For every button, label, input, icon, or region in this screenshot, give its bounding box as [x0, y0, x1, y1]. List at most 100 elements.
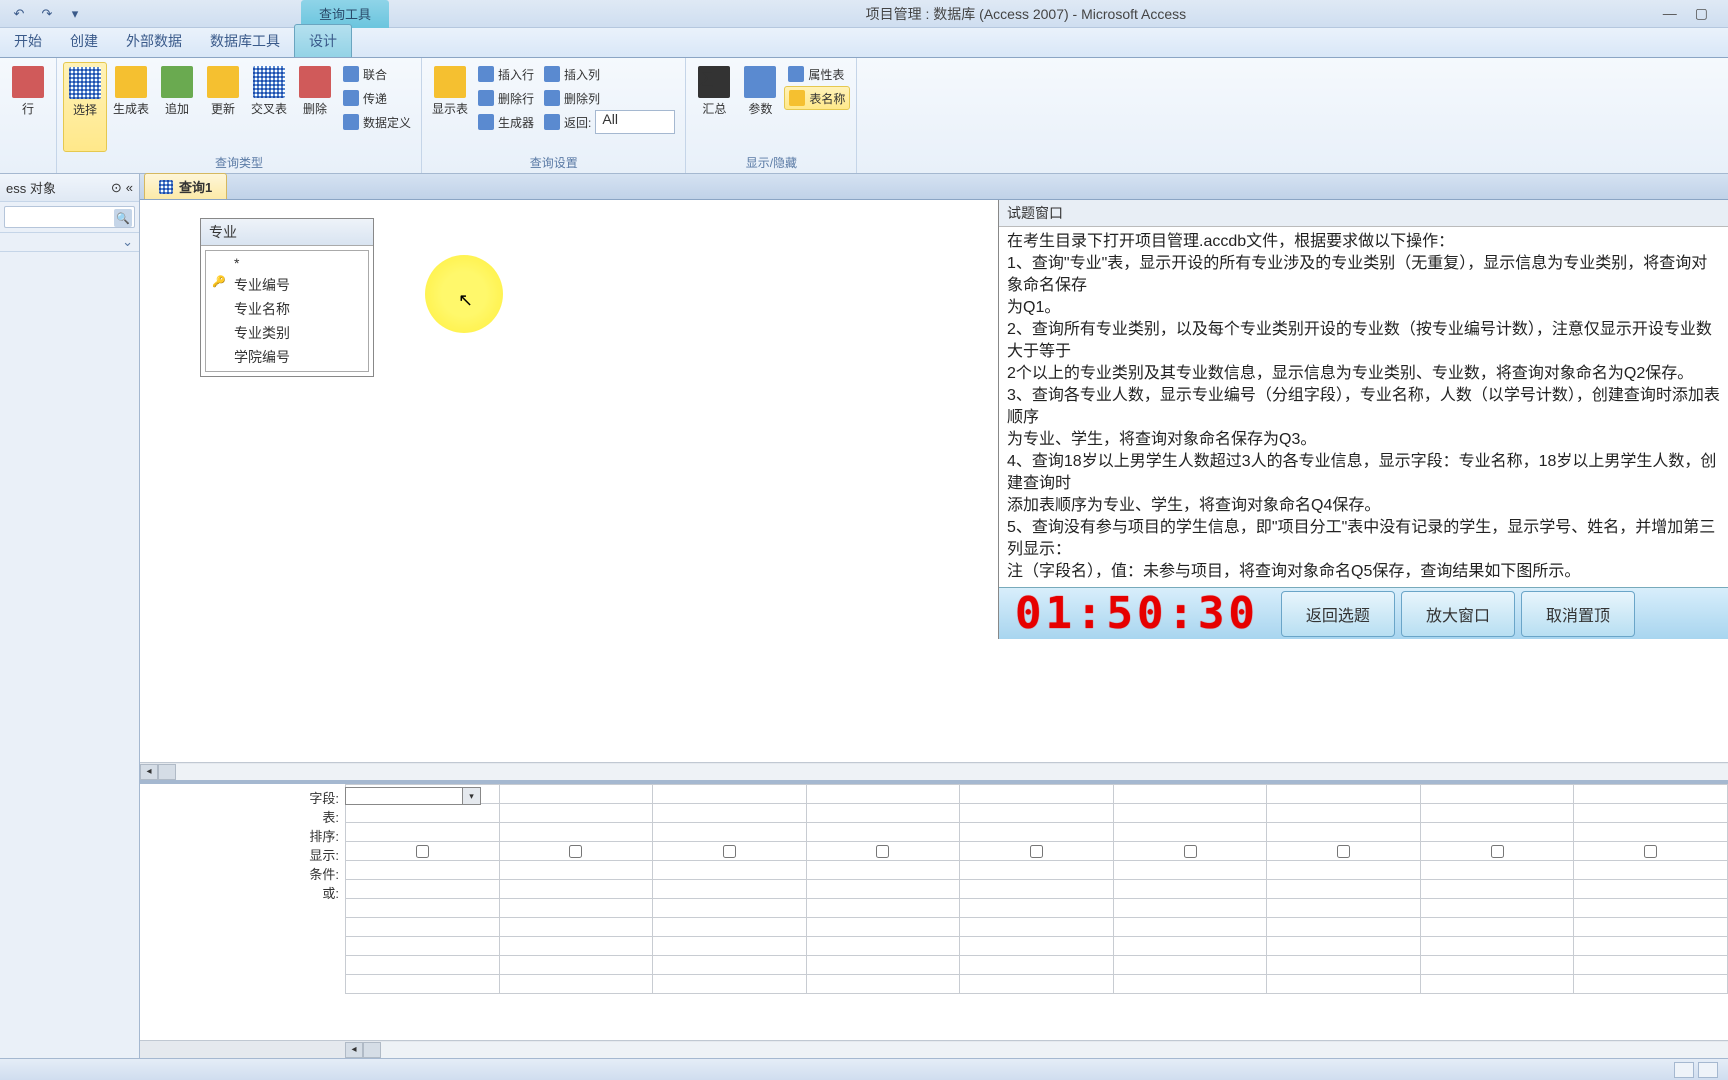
insert-column-button[interactable]: 插入列 — [540, 62, 679, 86]
append-button[interactable]: 追加 — [155, 62, 199, 152]
nav-section-toggle[interactable]: ⌄ — [0, 232, 139, 252]
tab-db-tools[interactable]: 数据库工具 — [196, 25, 294, 57]
builder-button[interactable]: 生成器 — [474, 110, 538, 134]
cursor-icon: ↖ — [458, 290, 473, 311]
window-title: 项目管理 : 数据库 (Access 2007) - Microsoft Acc… — [389, 4, 1663, 24]
show-table-button[interactable]: 显示表 — [428, 62, 472, 152]
tab-design[interactable]: 设计 — [294, 24, 352, 57]
parameters-button[interactable]: 参数 — [738, 62, 782, 152]
update-button[interactable]: 更新 — [201, 62, 245, 152]
label-or: 或: — [140, 883, 339, 902]
enlarge-window-button[interactable]: 放大窗口 — [1401, 591, 1515, 637]
field-list: * 专业编号 专业名称 专业类别 学院编号 — [205, 250, 369, 372]
title-bar: ↶ ↷ ▾ 查询工具 项目管理 : 数据库 (Access 2007) - Mi… — [0, 0, 1728, 28]
property-sheet-button[interactable]: 属性表 — [784, 62, 850, 86]
undo-icon[interactable]: ↶ — [8, 3, 30, 25]
field-dropdown[interactable]: ▾ — [345, 787, 481, 805]
field-major-category[interactable]: 专业类别 — [206, 321, 368, 345]
return-select: 返回:All — [540, 110, 679, 134]
grid-columns[interactable]: ▾ — [345, 784, 1728, 1040]
ribbon-group-run: 行 — [0, 58, 57, 173]
delete-row-button[interactable]: 删除行 — [474, 86, 538, 110]
nav-header[interactable]: ess 对象 ⊙ « — [0, 174, 139, 202]
doc-tab-label: 查询1 — [179, 177, 212, 196]
view-datasheet-icon[interactable] — [1674, 1062, 1694, 1078]
ribbon-tabs: 开始 创建 外部数据 数据库工具 设计 — [0, 28, 1728, 58]
search-icon[interactable]: 🔍 — [114, 209, 132, 227]
exam-line-2: 1、查询"专业"表，显示开设的所有专业涉及的专业类别（无重复），显示信息为专业类… — [1007, 253, 1720, 297]
grid-scroll-track[interactable] — [381, 1042, 1728, 1058]
union-button[interactable]: 联合 — [339, 62, 415, 86]
show-checkbox-3[interactable] — [723, 845, 736, 858]
status-bar — [0, 1058, 1728, 1080]
label-field: 字段: — [140, 788, 339, 807]
document-tabs: 查询1 — [140, 174, 1728, 200]
view-design-icon[interactable] — [1698, 1062, 1718, 1078]
ribbon: 行 选择 生成表 追加 更新 交叉表 删除 联合 传递 数据定义 查询类型 显示… — [0, 58, 1728, 174]
field-major-id[interactable]: 专业编号 — [206, 273, 368, 297]
scroll-left-icon[interactable]: ◂ — [140, 764, 158, 780]
field-college-id[interactable]: 学院编号 — [206, 345, 368, 369]
canvas-h-scrollbar[interactable]: ◂ — [140, 762, 1728, 780]
exam-line-6: 3、查询各专业人数，显示专业编号（分组字段），专业名称，人数（以学号计数），创建… — [1007, 385, 1720, 429]
show-checkbox-2[interactable] — [569, 845, 582, 858]
cancel-top-button[interactable]: 取消置顶 — [1521, 591, 1635, 637]
field-major-name[interactable]: 专业名称 — [206, 297, 368, 321]
show-checkbox-5[interactable] — [1030, 845, 1043, 858]
group-label-query-type: 查询类型 — [63, 152, 415, 173]
delete-column-button[interactable]: 删除列 — [540, 86, 679, 110]
grid-h-scrollbar[interactable]: ◂ — [140, 1040, 1728, 1058]
row-field — [346, 785, 1728, 804]
show-checkbox-7[interactable] — [1337, 845, 1350, 858]
delete-query-button[interactable]: 删除 — [293, 62, 337, 152]
show-checkbox-4[interactable] — [876, 845, 889, 858]
label-sort: 排序: — [140, 826, 339, 845]
tab-external-data[interactable]: 外部数据 — [112, 25, 196, 57]
show-checkbox-6[interactable] — [1184, 845, 1197, 858]
table-box-major[interactable]: 专业 * 专业编号 专业名称 专业类别 学院编号 — [200, 218, 374, 377]
maximize-icon[interactable]: ▢ — [1695, 5, 1708, 22]
minimize-icon[interactable]: — — [1663, 5, 1677, 22]
row-table — [346, 804, 1728, 823]
row-show — [346, 842, 1728, 861]
grid-scroll-left-icon[interactable]: ◂ — [345, 1042, 363, 1058]
window-controls: — ▢ — [1663, 5, 1728, 22]
tab-start[interactable]: 开始 — [0, 25, 56, 57]
field-star[interactable]: * — [206, 253, 368, 273]
crosstab-button[interactable]: 交叉表 — [247, 62, 291, 152]
back-to-questions-button[interactable]: 返回选题 — [1281, 591, 1395, 637]
show-checkbox-1[interactable] — [416, 845, 429, 858]
redo-icon[interactable]: ↷ — [36, 3, 58, 25]
table-names-button[interactable]: 表名称 — [784, 86, 850, 110]
passthrough-button[interactable]: 传递 — [339, 86, 415, 110]
totals-button[interactable]: Σ汇总 — [692, 62, 736, 152]
return-dropdown[interactable]: All — [595, 110, 675, 134]
make-table-button[interactable]: 生成表 — [109, 62, 153, 152]
doc-tab-query1[interactable]: 查询1 — [144, 173, 227, 199]
table-box-title[interactable]: 专业 — [201, 219, 373, 246]
nav-dropdown-icon[interactable]: ⊙ — [111, 180, 122, 196]
exam-line-1: 在考生目录下打开项目管理.accdb文件，根据要求做以下操作： — [1007, 231, 1720, 253]
data-definition-button[interactable]: 数据定义 — [339, 110, 415, 134]
exam-line-4: 2、查询所有专业类别，以及每个专业类别开设的专业数（按专业编号计数），注意仅显示… — [1007, 319, 1720, 363]
show-checkbox-8[interactable] — [1491, 845, 1504, 858]
exam-panel: 试题窗口 在考生目录下打开项目管理.accdb文件，根据要求做以下操作： 1、查… — [998, 200, 1728, 639]
nav-search-input[interactable]: 🔍 — [4, 206, 135, 228]
qat-dropdown-icon[interactable]: ▾ — [64, 3, 86, 25]
show-checkbox-9[interactable] — [1644, 845, 1657, 858]
select-query-button[interactable]: 选择 — [63, 62, 107, 152]
run-button[interactable]: 行 — [6, 62, 50, 152]
insert-row-button[interactable]: 插入行 — [474, 62, 538, 86]
label-criteria: 条件: — [140, 864, 339, 883]
quick-access-toolbar: ↶ ↷ ▾ — [0, 3, 86, 25]
chevron-down-icon[interactable]: ▾ — [462, 788, 480, 804]
row-sort — [346, 823, 1728, 842]
grid-scroll-thumb[interactable] — [363, 1042, 381, 1058]
label-table: 表: — [140, 807, 339, 826]
tab-create[interactable]: 创建 — [56, 25, 112, 57]
label-show: 显示: — [140, 845, 339, 864]
scroll-track[interactable] — [176, 764, 1728, 780]
grid-row-labels: 字段: 表: 排序: 显示: 条件: 或: — [140, 784, 345, 1040]
nav-collapse-icon[interactable]: « — [126, 180, 133, 196]
scroll-thumb[interactable] — [158, 764, 176, 780]
